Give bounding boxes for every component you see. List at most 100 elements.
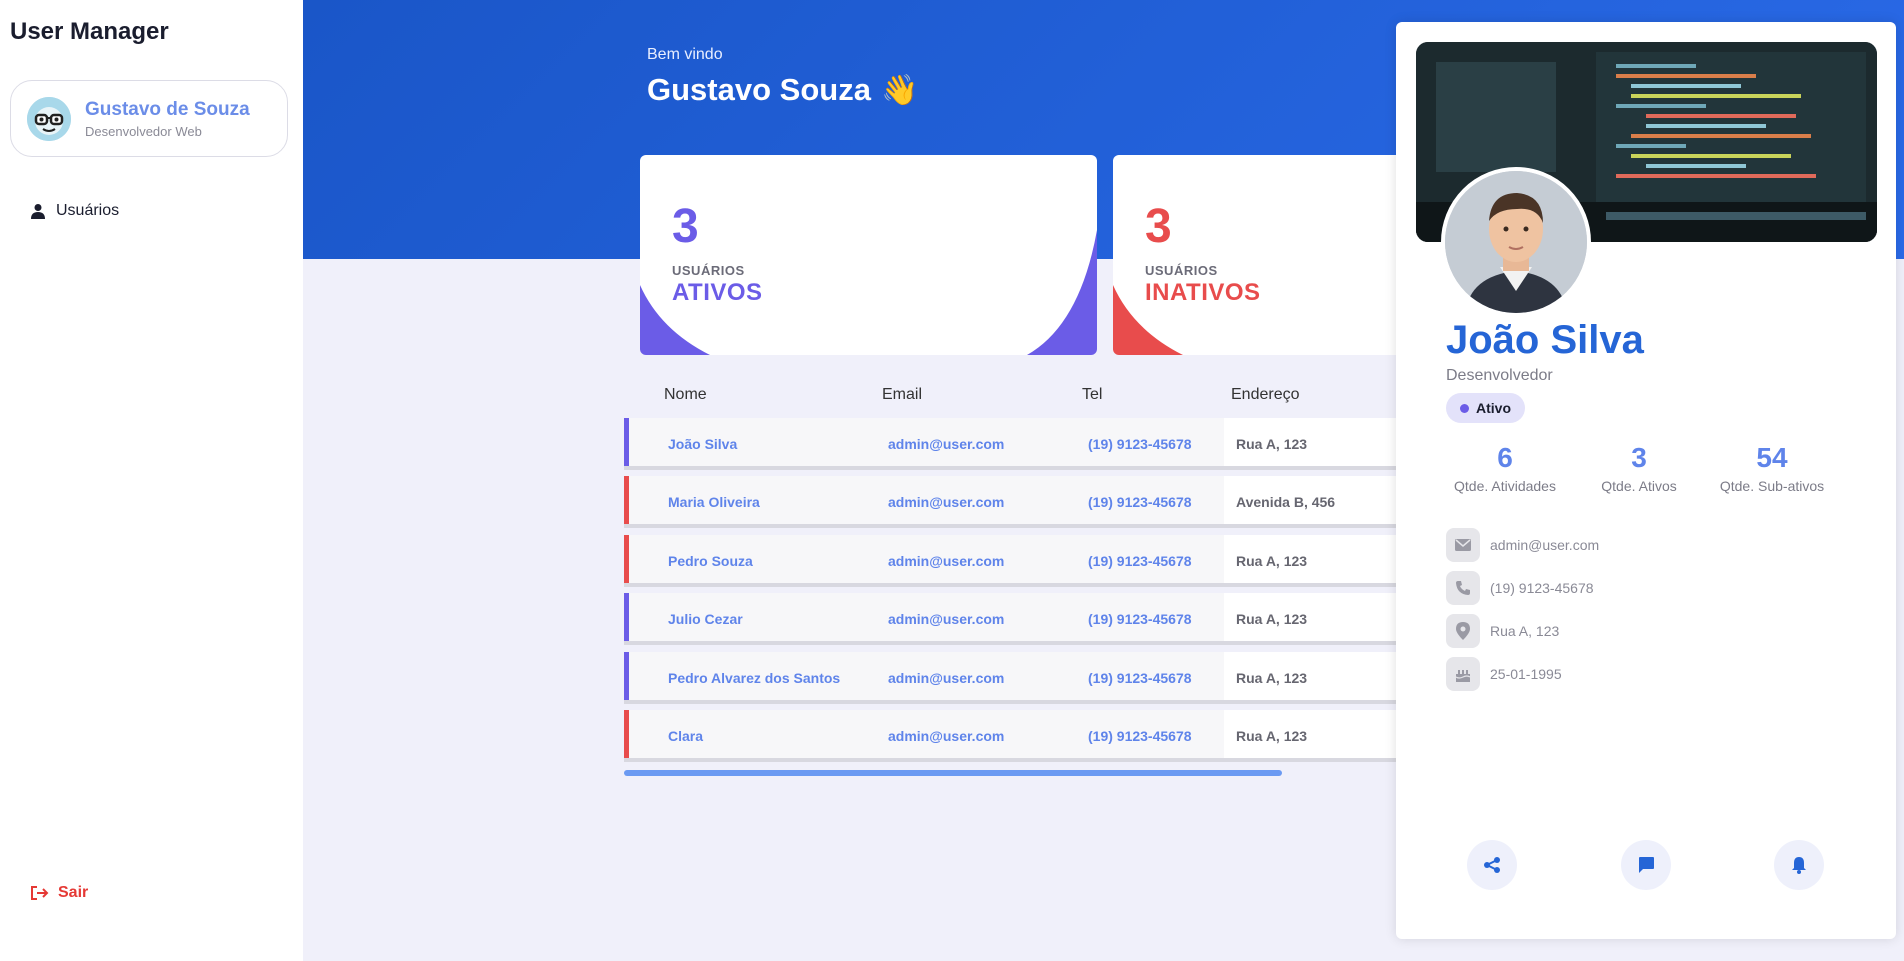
cell-address: Avenida B, 456 <box>1236 494 1336 510</box>
profile-name: Gustavo de Souza <box>85 98 250 120</box>
mail-icon <box>1446 528 1480 562</box>
cell-address: Rua A, 123 <box>1236 611 1308 627</box>
stat-activities: 6 Qtde. Atividades <box>1440 442 1570 494</box>
bell-icon <box>1792 857 1806 874</box>
column-header-address[interactable]: Endereço <box>1231 386 1300 404</box>
cell-email: admin@user.com <box>888 670 1005 686</box>
nerd-face-icon <box>27 96 71 141</box>
column-header-tel[interactable]: Tel <box>1082 386 1102 404</box>
user-photo <box>1441 167 1591 317</box>
sidebar-item-label: Usuários <box>56 202 120 219</box>
welcome-text: Bem vindo <box>647 46 723 63</box>
active-word: ATIVOS <box>672 279 763 306</box>
active-label: USUÁRIOS <box>672 263 745 278</box>
status-bar-active <box>624 418 629 466</box>
cell-email: admin@user.com <box>888 728 1005 744</box>
location-icon <box>1446 614 1480 648</box>
sidebar-item-users[interactable]: Usuários <box>30 202 119 220</box>
table-row[interactable]: Julio Cezar admin@user.com (19) 9123-456… <box>624 593 1404 645</box>
users-table: Nome Email Tel Endereço João Silva admin… <box>624 380 1404 780</box>
active-count: 3 <box>672 200 699 253</box>
status-badge-label: Ativo <box>1476 400 1511 416</box>
info-address-value: Rua A, 123 <box>1490 623 1560 639</box>
share-button[interactable] <box>1467 840 1517 890</box>
waving-hand-icon: 👋 <box>880 73 919 107</box>
info-birthday: 25-01-1995 <box>1446 657 1562 691</box>
avatar <box>27 96 71 141</box>
cell-name: Pedro Alvarez dos Santos <box>668 670 841 686</box>
stat-sub-active-value: 54 <box>1756 442 1788 473</box>
cell-email: admin@user.com <box>888 494 1005 510</box>
inactive-count: 3 <box>1145 200 1172 253</box>
cell-name: Pedro Souza <box>668 553 753 569</box>
cell-name: João Silva <box>668 436 738 452</box>
cell-email: admin@user.com <box>888 436 1005 452</box>
welcome-name: Gustavo Souza 👋 <box>647 72 918 108</box>
welcome-user-name: Gustavo Souza <box>647 72 871 107</box>
stat-activities-label: Qtde. Atividades <box>1454 478 1556 494</box>
app-title: User Manager <box>10 18 169 45</box>
profile-card[interactable]: Gustavo de Souza Desenvolvedor Web <box>10 80 288 157</box>
table-row[interactable]: Clara admin@user.com (19) 9123-45678 Rua… <box>624 710 1404 762</box>
user-detail-panel: João Silva Desenvolvedor Ativo 6 Qtde. A… <box>1396 22 1896 939</box>
sidebar: User Manager Gustavo de Souza Desenvolve… <box>0 0 303 961</box>
active-users-card: 3 USUÁRIOS ATIVOS <box>640 155 1097 355</box>
chat-icon <box>1639 857 1654 873</box>
cell-address: Rua A, 123 <box>1236 728 1308 744</box>
detail-user-role: Desenvolvedor <box>1446 367 1553 384</box>
table-row[interactable]: João Silva admin@user.com (19) 9123-4567… <box>624 418 1404 470</box>
status-badge: Ativo <box>1446 393 1525 423</box>
cell-address: Rua A, 123 <box>1236 436 1308 452</box>
profile-role: Desenvolvedor Web <box>85 123 202 139</box>
status-bar-active <box>624 652 629 700</box>
stat-activities-value: 6 <box>1497 442 1513 473</box>
person-photo-icon <box>1445 171 1587 313</box>
stat-sub-active-label: Qtde. Sub-ativos <box>1719 478 1825 494</box>
info-birthday-value: 25-01-1995 <box>1490 666 1562 682</box>
inactive-word: INATIVOS <box>1145 279 1261 306</box>
cell-address: Rua A, 123 <box>1236 553 1308 569</box>
cell-name: Maria Oliveira <box>668 494 760 510</box>
column-header-email[interactable]: Email <box>882 386 922 404</box>
info-email-value: admin@user.com <box>1490 537 1600 553</box>
horizontal-scrollbar[interactable] <box>624 770 1282 776</box>
table-row[interactable]: Pedro Souza admin@user.com (19) 9123-456… <box>624 535 1404 587</box>
cell-tel: (19) 9123-45678 <box>1088 494 1192 510</box>
cell-email: admin@user.com <box>888 611 1005 627</box>
logout-label: Sair <box>58 884 89 901</box>
status-bar-inactive <box>624 535 629 583</box>
status-dot-icon <box>1460 403 1469 413</box>
chat-button[interactable] <box>1621 840 1671 890</box>
share-icon <box>1484 857 1500 873</box>
cell-address: Rua A, 123 <box>1236 670 1308 686</box>
logout-icon <box>31 886 49 900</box>
cell-name: Clara <box>668 728 704 744</box>
table-row[interactable]: Maria Oliveira admin@user.com (19) 9123-… <box>624 476 1404 528</box>
info-phone: (19) 9123-45678 <box>1446 571 1594 605</box>
info-email: admin@user.com <box>1446 528 1599 562</box>
phone-icon <box>1446 571 1480 605</box>
status-bar-inactive <box>624 710 629 758</box>
stat-sub-active: 54 Qtde. Sub-ativos <box>1707 442 1837 494</box>
user-icon <box>31 204 45 219</box>
notifications-button[interactable] <box>1774 840 1824 890</box>
detail-user-name: João Silva <box>1446 318 1644 362</box>
table-row[interactable]: Pedro Alvarez dos Santos admin@user.com … <box>624 652 1404 704</box>
cell-email: admin@user.com <box>888 553 1005 569</box>
cake-icon <box>1446 657 1480 691</box>
cell-tel: (19) 9123-45678 <box>1088 728 1192 744</box>
cell-tel: (19) 9123-45678 <box>1088 553 1192 569</box>
cell-tel: (19) 9123-45678 <box>1088 436 1192 452</box>
info-phone-value: (19) 9123-45678 <box>1490 580 1594 596</box>
cell-tel: (19) 9123-45678 <box>1088 611 1192 627</box>
stat-active: 3 Qtde. Ativos <box>1574 442 1704 494</box>
info-address: Rua A, 123 <box>1446 614 1559 648</box>
inactive-label: USUÁRIOS <box>1145 263 1218 278</box>
cell-name: Julio Cezar <box>668 611 743 627</box>
status-bar-inactive <box>624 476 629 524</box>
column-header-name[interactable]: Nome <box>664 386 707 404</box>
stat-active-label: Qtde. Ativos <box>1601 478 1677 494</box>
card-decoration <box>640 230 1097 355</box>
logout-button[interactable]: Sair <box>30 884 88 902</box>
status-bar-active <box>624 593 629 641</box>
